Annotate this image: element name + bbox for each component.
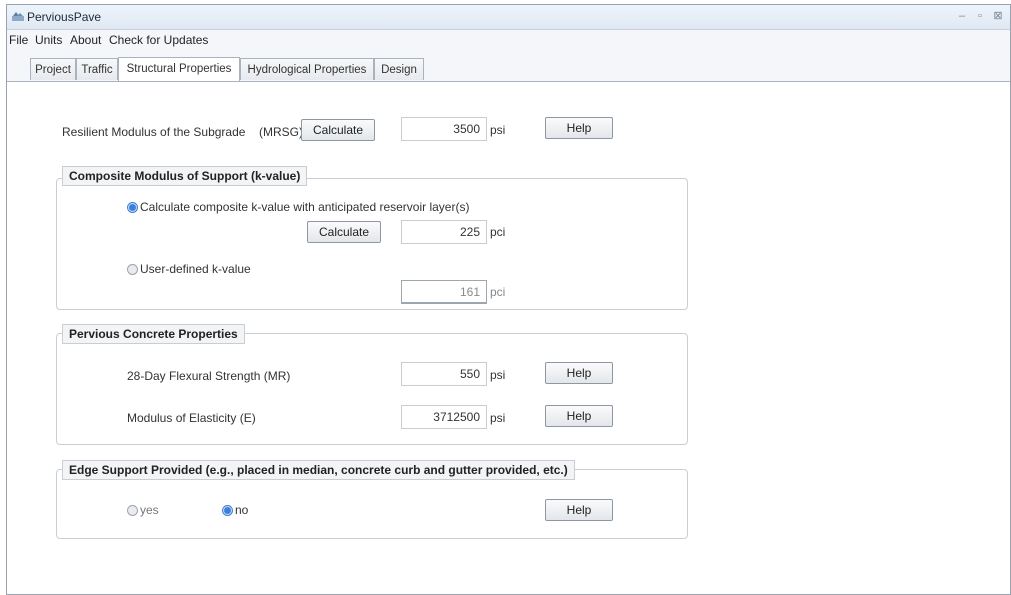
structural-properties-panel: Resilient Modulus of the Subgrade (MRSG)… xyxy=(7,82,1010,594)
edge-no-radio[interactable] xyxy=(222,505,233,516)
edge-help-button[interactable]: Help xyxy=(545,499,613,521)
user-defined-k-unit: pci xyxy=(490,285,506,299)
user-defined-k-field[interactable]: 161 xyxy=(401,280,487,304)
subgrade-help-button[interactable]: Help xyxy=(545,117,613,139)
edge-support-title: Edge Support Provided (e.g., placed in m… xyxy=(62,460,575,480)
composite-calc-label[interactable]: Calculate composite k-value with anticip… xyxy=(140,200,469,214)
menu-bar: File Units About Check for Updates xyxy=(7,30,1010,50)
subgrade-unit: psi xyxy=(490,123,506,137)
tab-traffic[interactable]: Traffic xyxy=(76,58,118,80)
subgrade-calculate-button[interactable]: Calculate xyxy=(301,119,375,141)
subgrade-value-field[interactable]: 3500 xyxy=(401,117,487,141)
app-window: PerviousPave – ▫ ⊠ File Units About Chec… xyxy=(6,4,1011,595)
menu-check-for-updates[interactable]: Check for Updates xyxy=(109,33,208,47)
maximize-icon[interactable]: ▫ xyxy=(973,10,987,22)
menu-file[interactable]: File xyxy=(9,33,28,47)
composite-calc-radio[interactable] xyxy=(127,202,138,213)
user-defined-radio[interactable] xyxy=(127,264,138,275)
subgrade-label: Resilient Modulus of the Subgrade xyxy=(62,125,246,139)
edge-yes-radio[interactable] xyxy=(127,505,138,516)
composite-k-unit: pci xyxy=(490,225,506,239)
close-icon[interactable]: ⊠ xyxy=(991,10,1005,22)
flexural-strength-label: 28-Day Flexural Strength (MR) xyxy=(127,369,291,383)
subgrade-abbr: (MRSG) xyxy=(259,125,303,139)
modulus-elasticity-unit: psi xyxy=(490,411,506,425)
tab-structural-properties[interactable]: Structural Properties xyxy=(118,57,240,81)
composite-modulus-title: Composite Modulus of Support (k-value) xyxy=(62,166,308,186)
menu-about[interactable]: About xyxy=(70,33,101,47)
menu-units[interactable]: Units xyxy=(35,33,62,47)
flexural-strength-field[interactable]: 550 xyxy=(401,362,487,386)
window-title: PerviousPave xyxy=(27,10,102,24)
flexural-strength-unit: psi xyxy=(490,368,506,382)
edge-no-label[interactable]: no xyxy=(235,503,248,517)
modulus-elasticity-field[interactable]: 3712500 xyxy=(401,405,487,429)
tab-hydrological-properties[interactable]: Hydrological Properties xyxy=(240,58,374,80)
pervious-concrete-group xyxy=(56,333,688,445)
tab-strip: Project Traffic Structural Properties Hy… xyxy=(7,50,1010,82)
minimize-icon[interactable]: – xyxy=(955,10,969,22)
composite-k-value-field[interactable]: 225 xyxy=(401,220,487,244)
tab-design[interactable]: Design xyxy=(374,58,424,80)
composite-calculate-button[interactable]: Calculate xyxy=(307,221,381,243)
edge-yes-label[interactable]: yes xyxy=(140,503,159,517)
user-defined-label[interactable]: User-defined k-value xyxy=(140,262,251,276)
modulus-help-button[interactable]: Help xyxy=(545,405,613,427)
app-logo-icon xyxy=(12,12,24,21)
pervious-concrete-title: Pervious Concrete Properties xyxy=(62,324,245,344)
modulus-elasticity-label: Modulus of Elasticity (E) xyxy=(127,411,256,425)
composite-modulus-group xyxy=(56,178,688,310)
flexural-help-button[interactable]: Help xyxy=(545,362,613,384)
title-bar[interactable]: PerviousPave – ▫ ⊠ xyxy=(7,5,1010,30)
tab-project[interactable]: Project xyxy=(30,58,76,80)
